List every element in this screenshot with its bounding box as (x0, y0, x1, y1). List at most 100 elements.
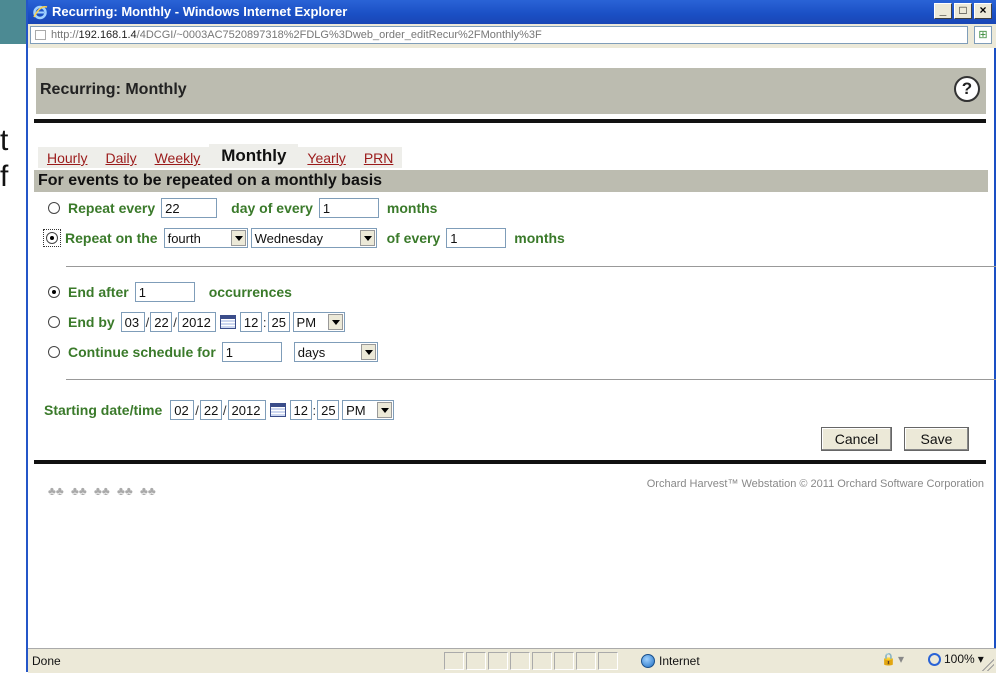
end-by-year-input[interactable] (177, 312, 216, 332)
status-cell (598, 652, 618, 670)
header-rule (34, 119, 986, 123)
security-zone[interactable]: Internet (641, 652, 841, 670)
url-host: 192.168.1.4 (78, 29, 137, 41)
end-after-input[interactable] (134, 282, 195, 302)
address-bar: http://192.168.1.4/4DCGI/~0003AC75208973… (28, 24, 996, 46)
end-by-ampm-value: PM (296, 314, 317, 330)
end-after-label: End after (68, 284, 129, 300)
tab-weekly[interactable]: Weekly (145, 147, 210, 168)
ie-logo-icon (33, 5, 48, 20)
repeat-on-months-input[interactable] (446, 228, 507, 248)
zone-label: Internet (659, 654, 700, 668)
starting-ampm-value: PM (346, 402, 366, 418)
status-bar: Done Internet 🔒 ▾ 100% ▾ (28, 648, 996, 673)
divider (66, 266, 996, 267)
starting-day-input[interactable] (199, 400, 222, 420)
zoom-control[interactable]: 100% ▾ (928, 652, 984, 666)
repeat-on-mid-label: of every (386, 230, 441, 246)
ordinal-select-value: fourth (167, 230, 201, 246)
starting-minute-input[interactable] (317, 400, 340, 420)
tab-daily[interactable]: Daily (96, 147, 146, 168)
status-text: Done (32, 654, 61, 668)
divider (66, 379, 996, 380)
end-by-day-input[interactable] (150, 312, 173, 332)
chevron-down-icon (377, 402, 393, 418)
ordinal-select[interactable]: fourth (163, 228, 248, 248)
continue-value-input[interactable] (221, 342, 282, 362)
compatibility-view-icon[interactable]: ⊞ (974, 26, 992, 44)
slide-text-fragment: t (0, 124, 9, 157)
window-controls: _ □ × (934, 3, 992, 19)
cancel-button[interactable]: Cancel (821, 427, 892, 451)
starting-year-input[interactable] (227, 400, 266, 420)
repeat-every-label: Repeat every (68, 200, 156, 216)
lock-icon: 🔒 (881, 652, 896, 666)
resize-grip[interactable] (982, 659, 994, 671)
url-prefix: http:// (51, 29, 79, 41)
status-cell (510, 652, 530, 670)
tab-yearly[interactable]: Yearly (298, 147, 355, 168)
continue-unit-value: days (297, 344, 326, 360)
status-cell (488, 652, 508, 670)
starting-ampm-select[interactable]: PM (342, 400, 395, 420)
chevron-down-icon (360, 344, 376, 360)
slide-text-fragment: f (0, 160, 9, 193)
end-after-radio[interactable] (48, 286, 60, 298)
repeat-every-mid-label: day of every (231, 200, 313, 216)
tab-monthly[interactable]: Monthly (209, 144, 299, 168)
calendar-icon[interactable] (269, 403, 286, 417)
orchard-logo: ♣♣ ♣♣ ♣♣ ♣♣ ♣♣ (48, 484, 160, 498)
status-cell (554, 652, 574, 670)
slide-accent (0, 0, 28, 44)
recurrence-tabs: Hourly Daily Weekly Monthly Yearly PRN (38, 144, 403, 168)
end-by-month-input[interactable] (120, 312, 145, 332)
repeat-every-suffix: months (386, 200, 438, 216)
starting-month-input[interactable] (170, 400, 195, 420)
end-by-ampm-select[interactable]: PM (292, 312, 345, 332)
zoom-value: 100% (944, 652, 975, 666)
window-title: Recurring: Monthly - Windows Internet Ex… (52, 4, 348, 19)
repeat-on-row: Repeat on the fourth Wednesday of every … (43, 228, 565, 248)
protected-mode[interactable]: 🔒 ▾ (881, 652, 904, 666)
tree-logo-icon: ♣♣ (117, 484, 133, 498)
repeat-on-label: Repeat on the (65, 230, 158, 246)
end-by-hour-input[interactable] (239, 312, 262, 332)
repeat-on-suffix: months (514, 230, 565, 246)
starting-row: Starting date/time / / : PM (44, 400, 395, 420)
continue-radio[interactable] (48, 346, 60, 358)
continue-unit-select[interactable]: days (293, 342, 378, 362)
tree-logo-icon: ♣♣ (94, 484, 110, 498)
continue-label: Continue schedule for (68, 344, 216, 360)
url-field[interactable]: http://192.168.1.4/4DCGI/~0003AC75208973… (30, 26, 968, 44)
starting-date: / / : PM (170, 400, 395, 420)
end-by-minute-input[interactable] (267, 312, 290, 332)
help-icon[interactable]: ? (954, 76, 980, 102)
repeat-every-row: Repeat every day of every months (48, 198, 437, 218)
tab-prn[interactable]: PRN (354, 147, 403, 168)
minimize-button[interactable]: _ (934, 3, 952, 19)
repeat-every-radio[interactable] (48, 202, 60, 214)
maximize-button[interactable]: □ (954, 3, 972, 19)
end-after-suffix: occurrences (208, 284, 292, 300)
browser-window: Recurring: Monthly - Windows Internet Ex… (26, 0, 996, 673)
chevron-down-icon: ▾ (897, 652, 904, 666)
tree-logo-icon: ♣♣ (140, 484, 156, 498)
close-button[interactable]: × (974, 3, 992, 19)
tab-hourly[interactable]: Hourly (38, 147, 97, 168)
weekday-select[interactable]: Wednesday (250, 228, 377, 248)
end-by-radio[interactable] (48, 316, 60, 328)
chevron-down-icon (327, 314, 343, 330)
repeat-every-months-input[interactable] (318, 198, 379, 218)
globe-icon (641, 654, 655, 668)
repeat-on-radio[interactable] (46, 232, 58, 244)
end-by-row: End by / / : PM (48, 312, 345, 332)
page-content: Recurring: Monthly ? Hourly Daily Weekly… (28, 48, 996, 648)
status-cell (576, 652, 596, 670)
chevron-down-icon (230, 230, 246, 246)
starting-hour-input[interactable] (289, 400, 312, 420)
save-button[interactable]: Save (904, 427, 969, 451)
title-bar[interactable]: Recurring: Monthly - Windows Internet Ex… (28, 0, 996, 24)
repeat-every-day-input[interactable] (161, 198, 218, 218)
calendar-icon[interactable] (219, 315, 236, 329)
continue-row: Continue schedule for days (48, 342, 378, 362)
